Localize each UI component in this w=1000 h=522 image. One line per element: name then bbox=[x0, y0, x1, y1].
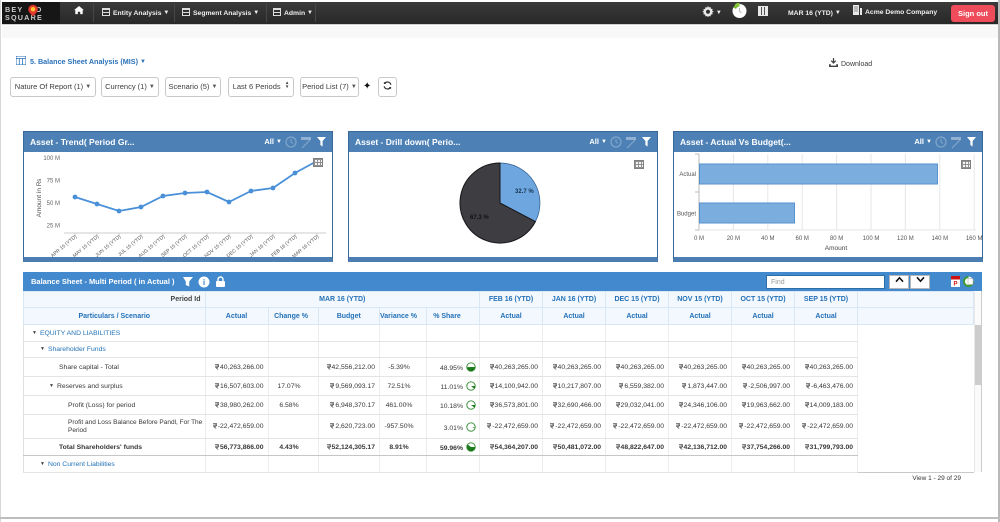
svg-text:50 M: 50 M bbox=[47, 201, 60, 207]
svg-text:75 M: 75 M bbox=[47, 179, 60, 185]
svg-text:20 M: 20 M bbox=[727, 236, 740, 242]
svg-text:P: P bbox=[953, 282, 957, 288]
svg-text:i: i bbox=[203, 277, 205, 287]
svg-text:40 M: 40 M bbox=[761, 236, 774, 242]
svg-text:100 M: 100 M bbox=[43, 156, 60, 162]
svg-text:100 M: 100 M bbox=[863, 236, 880, 242]
svg-text:Budget: Budget bbox=[677, 212, 696, 218]
svg-text:Amount: Amount bbox=[825, 245, 848, 252]
svg-text:25 M: 25 M bbox=[47, 224, 60, 230]
svg-text:160 M: 160 M bbox=[966, 236, 983, 242]
svg-text:80 M: 80 M bbox=[830, 236, 843, 242]
svg-text:32.7 %: 32.7 % bbox=[515, 189, 534, 195]
svg-text:67.3 %: 67.3 % bbox=[470, 215, 489, 221]
svg-text:120 M: 120 M bbox=[897, 236, 914, 242]
svg-text:Actual: Actual bbox=[679, 172, 696, 178]
svg-text:140 M: 140 M bbox=[931, 236, 948, 242]
svg-text:Amount in ₨: Amount in ₨ bbox=[36, 178, 43, 217]
svg-text:60 M: 60 M bbox=[796, 236, 809, 242]
svg-text:0 M: 0 M bbox=[694, 236, 704, 242]
